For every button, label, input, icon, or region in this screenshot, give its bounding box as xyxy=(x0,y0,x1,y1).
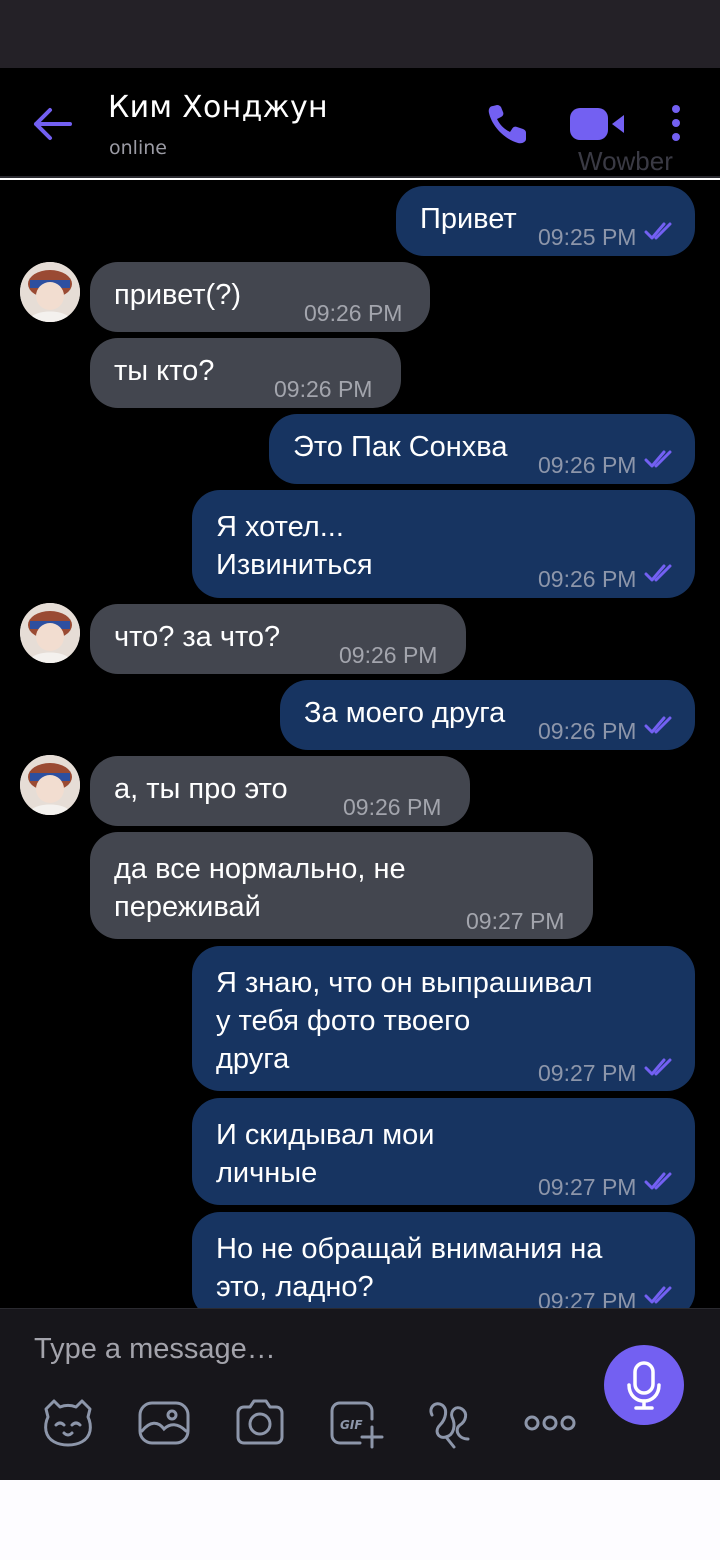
message-time: 09:27 PM xyxy=(538,1174,637,1200)
read-ticks-icon xyxy=(644,716,672,734)
camera-icon xyxy=(236,1399,284,1445)
video-call-button[interactable] xyxy=(568,102,630,146)
read-ticks-icon xyxy=(644,564,672,582)
doodle-button[interactable] xyxy=(424,1395,480,1451)
message-bubble-outgoing[interactable]: Но не обращай внимания на это, ладно? 09… xyxy=(192,1212,695,1308)
message-text: За моего друга xyxy=(304,697,506,729)
message-text: что? за что? xyxy=(114,621,281,653)
contact-status: online xyxy=(109,137,167,159)
message-bubble-outgoing[interactable]: За моего друга 09:26 PM xyxy=(280,680,695,750)
message-bubble-outgoing[interactable]: Я знаю, что он выпрашивал у тебя фото тв… xyxy=(192,946,695,1091)
message-time: 09:27 PM xyxy=(538,1288,637,1308)
message-bubble-outgoing[interactable]: Привет 09:25 PM xyxy=(396,186,695,256)
vertical-dots-icon xyxy=(672,105,680,141)
gif-button[interactable]: GIF xyxy=(328,1395,384,1451)
status-bar xyxy=(0,0,720,68)
message-text: И скидывал мои личные xyxy=(216,1119,435,1189)
gif-icon: GIF xyxy=(330,1401,384,1449)
read-ticks-icon xyxy=(644,1286,672,1304)
message-bubble-outgoing[interactable]: Я хотел... Извиниться 09:26 PM xyxy=(192,490,695,598)
message-bubble-incoming[interactable]: да все нормально, не переживай 09:27 PM xyxy=(90,832,593,939)
more-options-button[interactable] xyxy=(662,102,690,146)
message-time: 09:26 PM xyxy=(339,642,438,668)
message-bubble-incoming[interactable]: что? за что? 09:26 PM xyxy=(90,604,466,674)
message-time: 09:26 PM xyxy=(538,566,637,592)
message-text: да все нормально, не переживай xyxy=(114,853,406,923)
gallery-button[interactable] xyxy=(136,1395,192,1451)
doodle-icon xyxy=(429,1402,470,1449)
message-input[interactable] xyxy=(34,1329,554,1369)
camera-button[interactable] xyxy=(232,1395,288,1451)
arrow-left-icon xyxy=(34,108,72,140)
message-bubble-outgoing[interactable]: Это Пак Сонхва 09:26 PM xyxy=(269,414,695,484)
message-bubble-incoming[interactable]: а, ты про это 09:26 PM xyxy=(90,756,470,826)
message-time: 09:26 PM xyxy=(343,794,442,820)
message-text: Это Пак Сонхва xyxy=(293,431,508,463)
video-camera-icon xyxy=(570,108,624,140)
message-bubble-outgoing[interactable]: И скидывал мои личные 09:27 PM xyxy=(192,1098,695,1205)
message-bubble-incoming[interactable]: ты кто? 09:26 PM xyxy=(90,338,401,408)
message-bubble-incoming[interactable]: привет(?) 09:26 PM xyxy=(90,262,430,332)
message-text: ты кто? xyxy=(114,355,215,387)
read-ticks-icon xyxy=(644,1172,672,1190)
back-button[interactable] xyxy=(30,104,80,144)
contact-avatar[interactable] xyxy=(20,755,80,815)
avatar-photo xyxy=(20,755,80,815)
message-composer: GIF xyxy=(0,1308,720,1480)
avatar-photo xyxy=(20,603,80,663)
contact-name[interactable]: Ким Хонджун xyxy=(108,90,328,125)
message-time: 09:27 PM xyxy=(538,1060,637,1086)
more-dots-icon xyxy=(524,1415,576,1431)
message-text: а, ты про это xyxy=(114,773,288,805)
message-text: Я знаю, что он выпрашивал у тебя фото тв… xyxy=(216,967,593,1075)
message-time: 09:26 PM xyxy=(274,376,373,402)
call-button[interactable] xyxy=(484,100,532,148)
contact-avatar[interactable] xyxy=(20,603,80,663)
message-time: 09:26 PM xyxy=(538,718,637,744)
read-ticks-icon xyxy=(644,450,672,468)
sticker-button[interactable] xyxy=(40,1395,96,1451)
chat-header: Ким Хонджун online Wowber xyxy=(0,68,720,178)
voice-message-button[interactable] xyxy=(604,1345,684,1425)
sticker-icon xyxy=(44,1399,92,1447)
avatar-photo xyxy=(20,262,80,322)
message-time: 09:25 PM xyxy=(538,224,637,250)
message-time: 09:27 PM xyxy=(466,908,565,934)
gallery-icon xyxy=(138,1401,190,1445)
microphone-icon xyxy=(627,1361,661,1410)
message-time: 09:26 PM xyxy=(538,452,637,478)
read-ticks-icon xyxy=(644,1058,672,1076)
system-navigation-area xyxy=(0,1480,720,1560)
message-text: привет(?) xyxy=(114,279,242,311)
message-time: 09:26 PM xyxy=(304,300,403,326)
gif-label: GIF xyxy=(340,1418,363,1432)
message-text: Привет xyxy=(420,203,517,235)
more-tools-button[interactable] xyxy=(522,1395,578,1451)
read-ticks-icon xyxy=(644,222,672,240)
phone-icon xyxy=(488,105,526,144)
message-text: Я хотел... Извиниться xyxy=(216,511,373,581)
watermark: Wowber xyxy=(578,146,673,176)
message-list[interactable]: Привет 09:25 PM привет(?) 09:26 PM ты кт… xyxy=(0,180,720,1308)
contact-avatar[interactable] xyxy=(20,262,80,322)
